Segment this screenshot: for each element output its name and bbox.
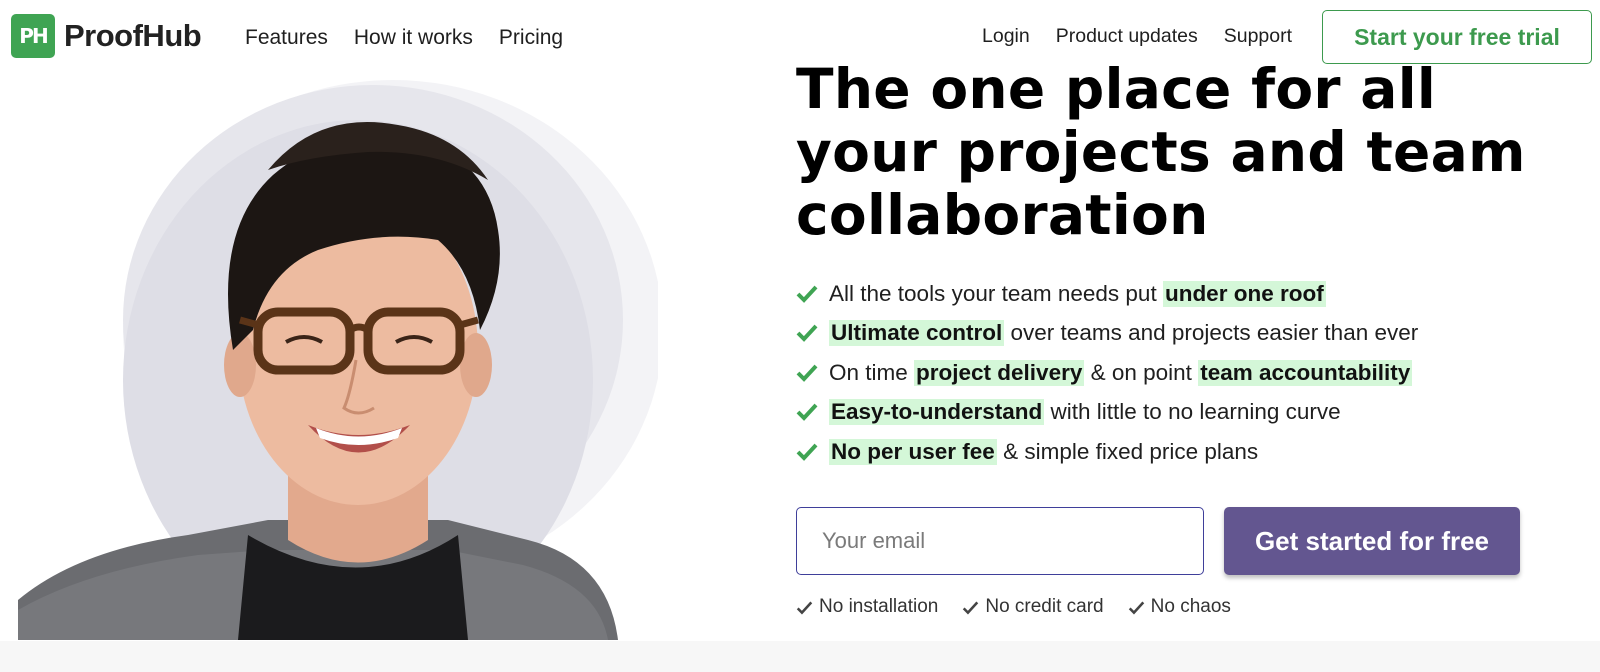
benefit-highlight: team accountability <box>1198 359 1413 386</box>
perk-label: No installation <box>819 596 939 617</box>
benefit-highlight: under one roof <box>1162 280 1326 307</box>
logo-text: ProofHub <box>64 18 202 53</box>
perk-item: No chaos <box>1128 596 1231 618</box>
nav-login[interactable]: Login <box>982 25 1030 48</box>
nav-how-it-works[interactable]: How it works <box>354 26 473 50</box>
start-free-trial-button[interactable]: Start your free trial <box>1322 10 1592 64</box>
benefit-text: & simple fixed price plans <box>996 438 1259 464</box>
hero-headline: The one place for all your projects and … <box>796 57 1526 247</box>
hero-portrait-image <box>18 80 658 640</box>
benefit-text: & on point <box>1084 359 1199 385</box>
proofhub-logo[interactable]: PH ProofHub <box>11 14 202 58</box>
nav-features[interactable]: Features <box>245 26 328 50</box>
benefit-item: No per user fee & simple fixed price pla… <box>796 432 1418 472</box>
check-icon <box>963 601 979 614</box>
perk-label: No credit card <box>985 596 1104 617</box>
perks-row: No installation No credit card No chaos <box>796 596 1231 618</box>
benefit-highlight: project delivery <box>914 359 1085 386</box>
check-icon <box>796 285 818 303</box>
get-started-button[interactable]: Get started for free <box>1224 507 1520 575</box>
check-icon <box>1128 601 1144 614</box>
benefit-text: All the tools your team needs put <box>829 280 1163 306</box>
email-input[interactable] <box>796 507 1204 575</box>
check-icon <box>796 443 818 461</box>
nav-pricing[interactable]: Pricing <box>499 26 563 50</box>
benefits-list: All the tools your team needs put under … <box>796 274 1418 472</box>
nav-product-updates[interactable]: Product updates <box>1056 25 1198 48</box>
perk-item: No credit card <box>962 596 1104 618</box>
benefit-highlight: Easy-to-understand <box>829 399 1045 426</box>
perk-label: No chaos <box>1150 596 1231 617</box>
perk-item: No installation <box>796 596 938 618</box>
primary-nav: Features How it works Pricing <box>245 26 563 50</box>
check-icon <box>796 601 813 614</box>
benefit-text: with little to no learning curve <box>1044 399 1341 425</box>
logo-mark: PH <box>11 14 55 58</box>
secondary-nav: Login Product updates Support <box>982 25 1292 48</box>
benefit-highlight: Ultimate control <box>829 320 1005 347</box>
benefit-item: On time project delivery & on point team… <box>796 353 1418 393</box>
nav-support[interactable]: Support <box>1224 25 1292 48</box>
benefit-text: over teams and projects easier than ever <box>1004 320 1419 346</box>
section-divider-band <box>0 641 1600 672</box>
benefit-item: Easy-to-understand with little to no lea… <box>796 393 1418 433</box>
benefit-highlight: No per user fee <box>829 438 997 465</box>
check-icon <box>796 324 818 343</box>
benefit-item: Ultimate control over teams and projects… <box>796 314 1418 354</box>
check-icon <box>796 403 818 422</box>
benefit-item: All the tools your team needs put under … <box>796 274 1418 314</box>
check-icon <box>796 364 818 382</box>
benefit-text: On time <box>829 359 915 385</box>
